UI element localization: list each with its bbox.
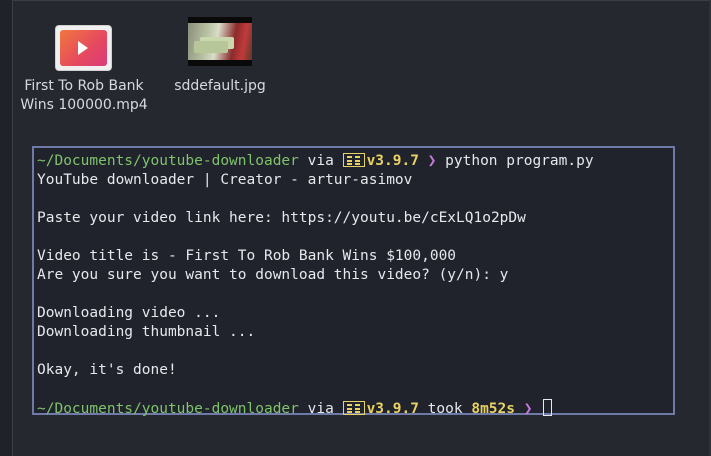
side-panel bbox=[0, 0, 13, 456]
play-icon bbox=[78, 41, 88, 55]
video-file-label[interactable]: First To Rob Bank Wins 100000.mp4 bbox=[14, 77, 154, 115]
python-icon bbox=[342, 153, 365, 167]
output-downloading-video: Downloading video ... bbox=[37, 305, 221, 321]
video-file-name-line2: Wins 100000.mp4 bbox=[20, 97, 148, 113]
python-version: v3.9.7 bbox=[366, 153, 419, 169]
image-file-name: sddefault.jpg bbox=[174, 78, 266, 94]
top-divider bbox=[12, 0, 711, 1]
prompt-chevron: ❯ bbox=[418, 153, 446, 169]
prompt-took: took bbox=[418, 401, 472, 417]
video-file-name-line1: First To Rob Bank bbox=[24, 78, 144, 94]
output-done: Okay, it's done! bbox=[37, 362, 177, 378]
output-paste-link: Paste your video link here: https://yout… bbox=[37, 210, 526, 226]
python-version: v3.9.7 bbox=[366, 401, 419, 417]
output-header: YouTube downloader | Creator - artur-asi… bbox=[37, 172, 413, 188]
image-file-label[interactable]: sddefault.jpg bbox=[160, 77, 280, 96]
thumbnail-detail bbox=[194, 41, 228, 53]
prompt-line-2: ~/Documents/youtube-downloader via v3.9.… bbox=[37, 399, 670, 418]
prompt-via: via bbox=[298, 153, 343, 169]
prompt-chevron: ❯ bbox=[515, 401, 542, 417]
prompt-line-1: ~/Documents/youtube-downloader via v3.9.… bbox=[37, 152, 670, 171]
output-downloading-thumbnail: Downloading thumbnail ... bbox=[37, 324, 256, 340]
thumbnail-letterbox-bottom bbox=[188, 60, 252, 66]
prompt-path: ~/Documents/youtube-downloader bbox=[37, 153, 299, 169]
terminal-window[interactable]: ~/Documents/youtube-downloader via v3.9.… bbox=[32, 146, 675, 418]
prompt-path: ~/Documents/youtube-downloader bbox=[37, 401, 299, 417]
video-file-icon[interactable] bbox=[55, 25, 112, 71]
output-confirm: Are you sure you want to download this v… bbox=[37, 267, 509, 283]
command-duration: 8m52s bbox=[471, 401, 515, 417]
output-video-title: Video title is - First To Rob Bank Wins … bbox=[37, 248, 457, 264]
terminal-cursor[interactable] bbox=[543, 399, 553, 416]
command-text: python program.py bbox=[445, 153, 594, 169]
prompt-via: via bbox=[298, 401, 343, 417]
python-icon bbox=[342, 401, 365, 415]
image-thumbnail-icon[interactable] bbox=[188, 17, 252, 66]
